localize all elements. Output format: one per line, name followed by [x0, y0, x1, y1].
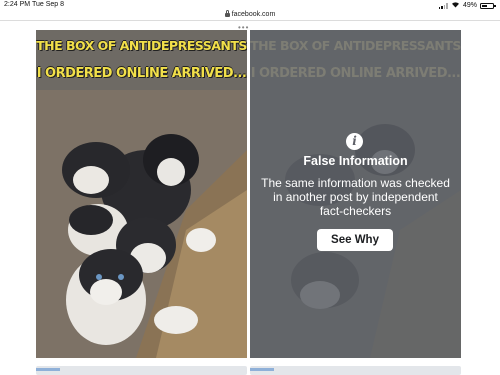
- see-why-button[interactable]: See Why: [317, 229, 393, 251]
- meme-caption-line2: I ORDERED ONLINE ARRIVED...: [36, 66, 247, 81]
- next-post-preview: [0, 362, 500, 375]
- meme-caption-line1: THE BOX OF ANTIDEPRESSANTS: [36, 38, 247, 53]
- address-bar[interactable]: facebook.com: [0, 8, 500, 20]
- next-post-right-accent: [250, 368, 274, 371]
- url-text[interactable]: facebook.com: [232, 11, 276, 18]
- next-post-right: [250, 366, 461, 375]
- battery-fill: [482, 4, 487, 7]
- lock-icon: [224, 10, 230, 17]
- post-image-right[interactable]: THE BOX OF ANTIDEPRESSANTS I ORDERED ONL…: [250, 30, 461, 358]
- next-post-left: [36, 366, 247, 375]
- toolbar-divider: [0, 20, 500, 21]
- fact-check-title: False Information: [303, 154, 408, 168]
- next-post-left-accent: [36, 368, 60, 371]
- post-image-left[interactable]: THE BOX OF ANTIDEPRESSANTS I ORDERED ONL…: [36, 30, 247, 358]
- fact-check-message: The same information was checked in anot…: [261, 176, 450, 218]
- fact-check-notice: i False Information The same information…: [250, 30, 461, 358]
- status-date: Tue Sep 8: [32, 1, 65, 8]
- info-icon: i: [346, 133, 363, 150]
- status-time: 2:24 PM: [4, 1, 31, 8]
